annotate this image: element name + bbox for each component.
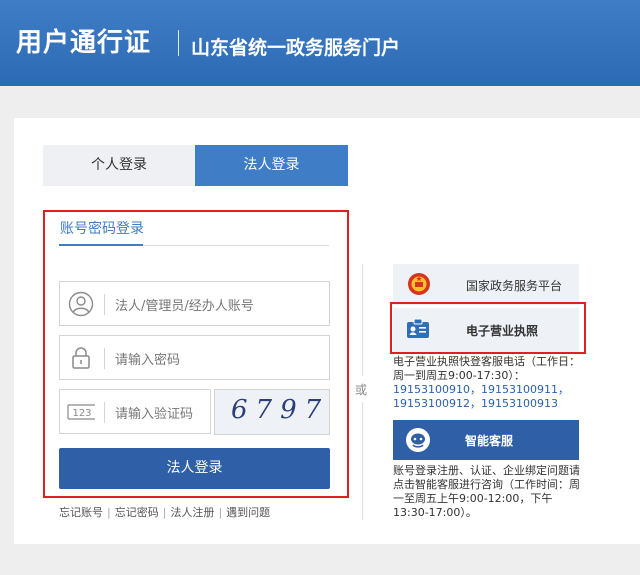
- chat-service-icon: [406, 428, 430, 452]
- portal-title: 山东省统一政务服务门户: [191, 37, 401, 59]
- vertical-divider: [362, 264, 363, 376]
- national-emblem-icon: [408, 273, 430, 295]
- help-links: 忘记账号 | 忘记密码 | 法人注册 | 遇到问题: [59, 504, 270, 520]
- national-platform-label: 国家政务服务平台: [466, 279, 563, 293]
- site-header: 用户通行证 山东省统一政务服务门户: [0, 0, 640, 86]
- national-platform-button[interactable]: 国家政务服务平台: [393, 264, 579, 305]
- hotline-text: 电子营业执照快登客服电话（工作日：周一到周五9:00-17:30）：: [393, 355, 580, 382]
- header-divider: [178, 30, 179, 56]
- license-hotline-info: 电子营业执照快登客服电话（工作日：周一到周五9:00-17:30）： 19153…: [393, 355, 585, 411]
- forgot-account-link[interactable]: 忘记账号: [59, 506, 103, 519]
- tab-personal-login[interactable]: 个人登录: [43, 145, 195, 186]
- hotline-phones-2: 19153100912，19153100913: [393, 397, 558, 410]
- tab-corporate-login[interactable]: 法人登录: [195, 145, 348, 186]
- forgot-password-link[interactable]: 忘记密码: [115, 506, 159, 519]
- or-label: 或: [355, 383, 368, 397]
- highlight-login-area: [43, 210, 349, 498]
- link-separator: |: [107, 506, 111, 519]
- link-separator: |: [162, 506, 167, 519]
- problem-link[interactable]: 遇到问题: [226, 506, 270, 519]
- smart-service-button[interactable]: 智能客服: [393, 420, 579, 460]
- hotline-phones-1: 19153100910，19153100911，: [393, 383, 569, 396]
- link-separator: |: [218, 506, 223, 519]
- vertical-divider: [362, 402, 363, 520]
- service-note: 账号登录注册、认证、企业绑定问题请点击智能客服进行咨询（工作时间：周一至周五上午…: [393, 464, 580, 519]
- corporate-register-link[interactable]: 法人注册: [170, 506, 214, 519]
- brand-title: 用户通行证: [16, 28, 152, 58]
- smart-service-label: 智能客服: [465, 434, 514, 448]
- highlight-e-license: [390, 302, 586, 354]
